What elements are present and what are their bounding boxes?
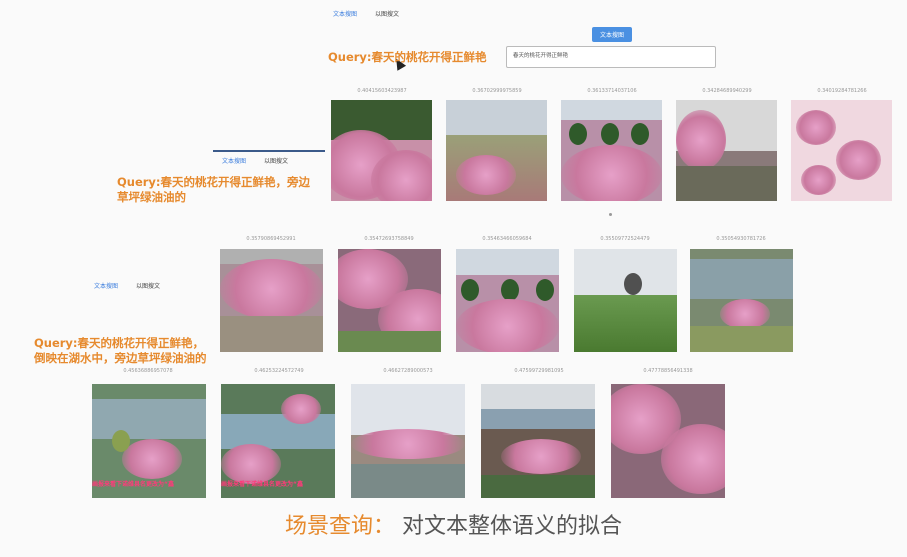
score-label: 0.36702999975859: [472, 88, 522, 94]
result-image[interactable]: [481, 384, 595, 498]
result-image[interactable]: [456, 249, 559, 352]
search-button[interactable]: 文本搜图: [592, 27, 632, 42]
tab-image-search[interactable]: 以图搜文: [264, 156, 288, 165]
tab-text-search[interactable]: 文本搜图: [94, 281, 118, 290]
score-label: 0.46253224572749: [254, 368, 304, 374]
panel3-tab-bar: 文本搜图 以图搜文: [94, 281, 160, 290]
result-image[interactable]: [690, 249, 793, 352]
score-label: 0.35463466059684: [482, 236, 532, 242]
result-image[interactable]: [561, 100, 662, 201]
score-label: 0.35472693758849: [364, 236, 414, 242]
result-image[interactable]: 画报来看下诺维县名更改为“鑫: [92, 384, 206, 498]
query-label-3: Query:春天的桃花开得正鲜艳， 倒映在湖水中，旁边草坪绿油油的: [34, 336, 207, 365]
tab-text-search[interactable]: 文本搜图: [222, 156, 246, 165]
score-label: 0.34019284781266: [817, 88, 867, 94]
score-label: 0.35509772524479: [600, 236, 650, 242]
score-label: 0.46627289000573: [383, 368, 433, 374]
image-overlay-text: 画报来看下诺维县名更改为“鑫: [221, 481, 303, 488]
score-label: 0.34284689940299: [702, 88, 752, 94]
divider-dot: [609, 213, 612, 216]
result-image[interactable]: [574, 249, 677, 352]
tab-image-search[interactable]: 以图搜文: [136, 281, 160, 290]
query-label-2: Query:春天的桃花开得正鲜艳，旁边 草坪绿油油的: [117, 175, 311, 204]
result-image[interactable]: [338, 249, 441, 352]
tab-text-search[interactable]: 文本搜图: [333, 9, 357, 18]
result-image[interactable]: [351, 384, 465, 498]
result-image[interactable]: [676, 100, 777, 201]
query-label-1: Query:春天的桃花开得正鲜艳: [328, 50, 487, 64]
result-image[interactable]: [611, 384, 725, 498]
image-overlay-text: 画报来看下诺维县名更改为“鑫: [92, 481, 174, 488]
score-label: 0.35054930781726: [716, 236, 766, 242]
result-image[interactable]: [220, 249, 323, 352]
score-label: 0.40415603423987: [357, 88, 407, 94]
score-label: 0.47599729981095: [514, 368, 564, 374]
result-image[interactable]: [331, 100, 432, 201]
slide-caption: 场景查询： 对文本整体语义的拟合: [0, 508, 907, 540]
caption-text: 对文本整体语义的拟合: [402, 514, 623, 539]
tab-underline: [213, 150, 325, 152]
search-input[interactable]: 春天的桃花开得正鲜艳: [506, 46, 716, 68]
result-image[interactable]: [446, 100, 547, 201]
score-label: 0.45636886957078: [123, 368, 173, 374]
result-image[interactable]: 画报来看下诺维县名更改为“鑫: [221, 384, 335, 498]
score-label: 0.35790869452991: [246, 236, 296, 242]
caption-highlight: 场景查询：: [284, 514, 395, 539]
tab-image-search[interactable]: 以图搜文: [375, 9, 399, 18]
score-label: 0.47778856491338: [643, 368, 693, 374]
result-image[interactable]: [791, 100, 892, 201]
top-tab-bar: 文本搜图 以图搜文: [333, 9, 399, 18]
panel2-tab-bar: 文本搜图 以图搜文: [222, 156, 288, 165]
score-label: 0.36133714037106: [587, 88, 637, 94]
